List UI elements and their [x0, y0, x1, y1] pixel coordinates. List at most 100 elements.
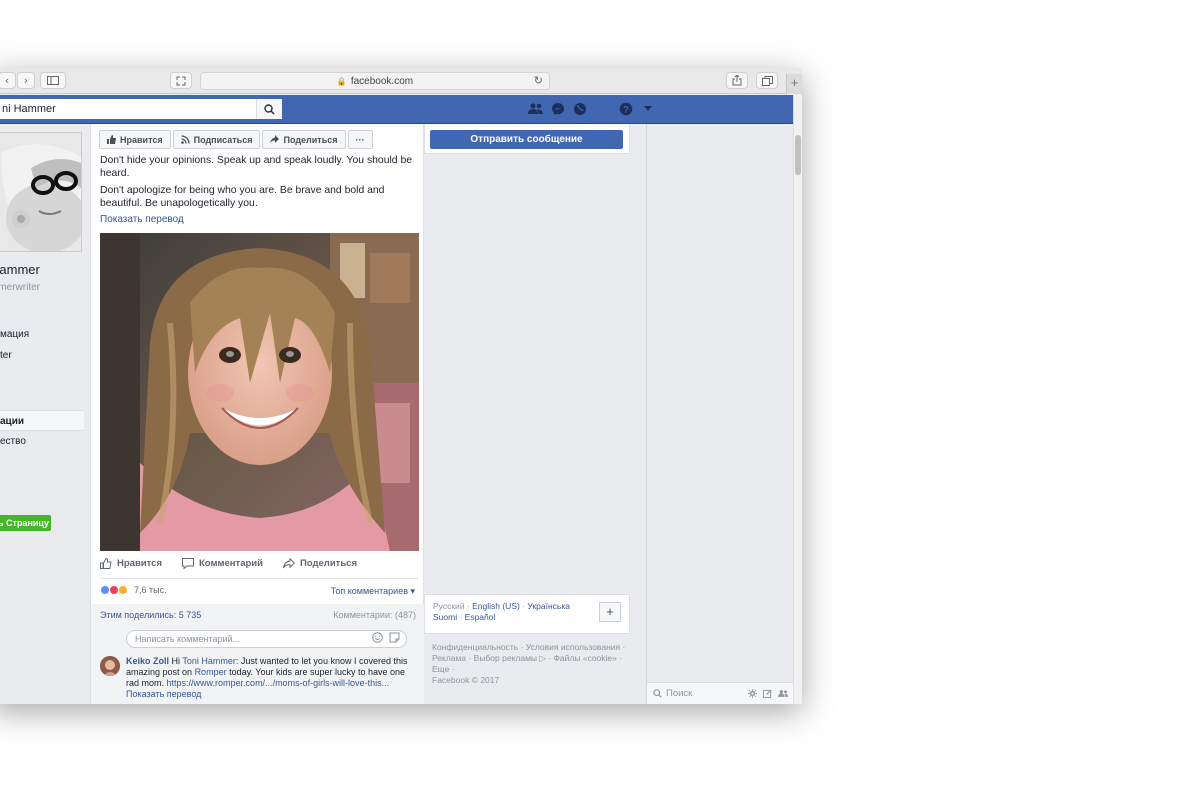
post-text: Don't hide your opinions. Speak up and s… — [100, 154, 418, 214]
more-options-button[interactable]: ··· — [347, 130, 373, 149]
show-translation-link[interactable]: Показать перевод — [100, 214, 184, 225]
messenger-button[interactable] — [550, 101, 566, 117]
post-photo[interactable] — [100, 233, 419, 551]
chat-search-input[interactable]: Поиск — [666, 688, 692, 699]
wow-reaction-icon — [118, 585, 128, 595]
caret-down-icon — [644, 106, 652, 111]
chevron-right-icon: › — [23, 74, 29, 87]
search-input[interactable]: ni Hammer — [0, 99, 282, 119]
top-comments-dropdown[interactable]: Топ комментариев ▾ — [331, 586, 415, 597]
post-paragraph: Don't hide your opinions. Speak up and s… — [100, 155, 413, 179]
tabs-button[interactable] — [756, 72, 778, 89]
scrollbar-thumb[interactable] — [795, 135, 801, 175]
ellipsis-icon: ··· — [355, 134, 365, 145]
thumbs-up-icon — [100, 558, 112, 569]
sticker-icon[interactable] — [389, 632, 400, 643]
follow-button[interactable]: Подписаться — [172, 130, 261, 149]
compose-icon[interactable] — [763, 689, 772, 698]
language-list: Русский · English (US) · Українська Suom… — [433, 601, 570, 622]
profile-handle: mmerwriter — [0, 282, 40, 293]
commenter-avatar[interactable] — [100, 656, 120, 676]
footer-line[interactable]: Конфиденциальность · Условия использован… — [432, 642, 627, 653]
search-button[interactable] — [256, 99, 282, 119]
post-comment-button[interactable]: Комментарий — [181, 558, 263, 569]
share-button[interactable] — [726, 72, 748, 89]
help-button[interactable]: ? — [618, 101, 634, 117]
comments-count: Комментарии: (487) — [333, 610, 416, 620]
svg-text:?: ? — [623, 105, 629, 116]
profile-nav-item[interactable]: мация — [0, 324, 84, 346]
gear-icon[interactable] — [748, 689, 757, 698]
lock-icon: 🔒 — [336, 76, 347, 86]
friends-icon — [528, 103, 543, 114]
comment-mention[interactable]: Toni Hammer — [182, 656, 236, 666]
comment-romper-link[interactable]: Romper — [195, 667, 227, 677]
comments-section: Этим поделились: 5 735 Комментарии: (487… — [91, 604, 424, 704]
tabs-icon — [761, 75, 773, 86]
post-share-button[interactable]: Поделиться — [282, 558, 357, 569]
profile-nav-item-active[interactable]: ации — [0, 409, 84, 431]
send-message-panel: Отправить сообщение — [424, 124, 630, 154]
profile-nav-item[interactable] — [0, 367, 84, 389]
profile-nav-item[interactable]: ество — [0, 431, 84, 453]
share-arrow-icon — [282, 558, 295, 569]
page-share-button[interactable]: Поделиться — [262, 130, 346, 149]
create-page-button[interactable]: ь Страницу — [0, 515, 51, 531]
reaction-summary[interactable]: 7,6 тыс. — [100, 585, 167, 595]
comment-url-link[interactable]: https://www.romper.com/.../moms-of-girls… — [167, 678, 390, 688]
chat-search-bar[interactable]: Поиск — [647, 682, 794, 704]
add-language-button[interactable]: + — [599, 602, 621, 622]
comment-input[interactable]: Написать комментарий... — [126, 630, 407, 648]
language-option[interactable]: English (US) — [472, 601, 520, 611]
chat-contacts — [647, 124, 779, 634]
facebook-top-bar: ni Hammer ? — [0, 95, 793, 124]
globe-icon — [574, 103, 586, 115]
post-paragraph: Don't apologize for being who you are. B… — [100, 185, 385, 209]
notifications-button[interactable] — [572, 101, 588, 117]
page-scrollbar[interactable] — [793, 95, 802, 704]
profile-name[interactable]: Hammer — [0, 262, 40, 277]
language-option[interactable]: Українська — [527, 601, 570, 611]
group-icon[interactable] — [778, 689, 788, 698]
current-language: Русский — [433, 601, 465, 611]
back-button[interactable]: ‹ — [0, 72, 16, 89]
rss-icon — [180, 135, 190, 144]
address-url: facebook.com — [350, 75, 414, 87]
expand-icon — [176, 76, 186, 85]
share-icon — [732, 75, 742, 86]
post-like-button[interactable]: Нравится — [100, 558, 162, 569]
language-selector: Русский · English (US) · Українська Suom… — [424, 594, 630, 634]
friend-requests-button[interactable] — [528, 101, 544, 117]
profile-photo — [0, 133, 81, 251]
search-icon — [653, 689, 662, 698]
reload-icon[interactable]: ↻ — [534, 74, 543, 87]
profile-nav-item[interactable] — [0, 302, 84, 324]
profile-nav: мация ter ации ество — [0, 302, 84, 453]
page-like-button[interactable]: Нравится — [99, 130, 171, 149]
comment-author[interactable]: Keiko Zoll — [126, 656, 169, 666]
question-icon: ? — [619, 102, 633, 116]
profile-avatar[interactable] — [0, 132, 82, 252]
browser-toolbar: ‹ › 🔒 facebook.com ↻ + — [0, 68, 802, 94]
comment-show-translation[interactable]: Показать перевод — [126, 689, 416, 700]
profile-sidebar: Hammer mmerwriter мация ter ации ество ь… — [0, 124, 90, 704]
profile-nav-item[interactable]: ter — [0, 345, 84, 367]
language-option[interactable]: Suomi — [433, 612, 457, 622]
right-column: Отправить сообщение Русский · English (U… — [424, 124, 639, 704]
shares-count[interactable]: Этим поделились: 5 735 — [100, 610, 201, 620]
profile-nav-item[interactable] — [0, 388, 84, 410]
account-menu-button[interactable] — [640, 101, 656, 117]
emoji-icon[interactable] — [372, 632, 383, 643]
language-option[interactable]: Español — [465, 612, 496, 622]
footer-line[interactable]: Еще · — [432, 664, 627, 675]
share-arrow-icon — [270, 135, 280, 144]
sidebar-icon — [47, 76, 59, 85]
send-message-button[interactable]: Отправить сообщение — [430, 130, 623, 149]
forward-button[interactable]: › — [17, 72, 35, 89]
new-tab-button[interactable]: + — [786, 74, 802, 94]
top-bar-icons: ? — [528, 101, 656, 117]
address-bar[interactable]: 🔒 facebook.com ↻ — [200, 72, 550, 90]
sidebar-toggle-button[interactable] — [40, 72, 66, 89]
fullscreen-button[interactable] — [170, 72, 192, 89]
footer-line[interactable]: Реклама · Выбор рекламы ▷ · Файлы «cooki… — [432, 653, 627, 664]
